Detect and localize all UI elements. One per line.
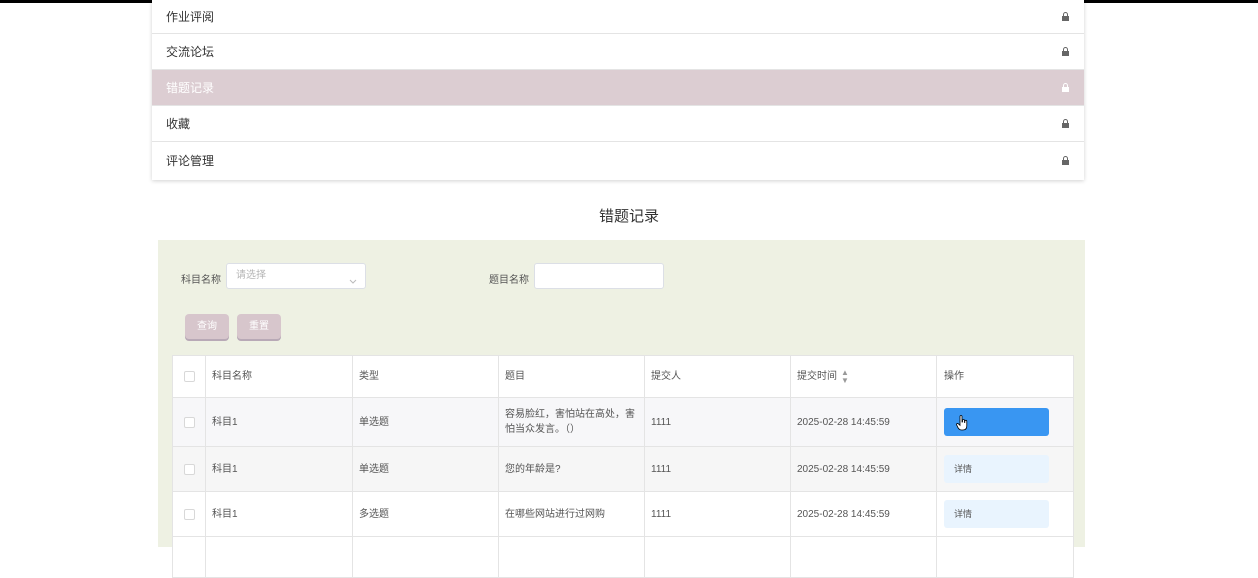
subject-select[interactable]: 请选择 [226, 263, 366, 289]
cell-type: 单选题 [353, 447, 499, 491]
detail-button[interactable] [944, 408, 1049, 436]
row-checkbox[interactable] [183, 416, 195, 428]
table-row [173, 537, 1073, 578]
row-checkbox[interactable] [183, 508, 195, 520]
cell-type: 单选题 [353, 398, 499, 446]
menu-item-label: 交流论坛 [166, 45, 215, 59]
select-all-checkbox[interactable] [183, 371, 195, 382]
menu-item-label: 收藏 [166, 117, 191, 131]
lock-icon [1061, 119, 1070, 128]
column-header-label: 提交时间 [797, 371, 837, 382]
cell-submitter: 1111 [645, 492, 791, 536]
wrong-questions-table: 科目名称 类型 题目 提交人 提交时间 ▲ ▼ 操作 科目1 单选题 容易脸红，害… [172, 355, 1074, 578]
menu-item-favorites[interactable]: 收藏 [152, 106, 1084, 142]
cell-question: 容易脸红，害怕站在高处，害怕当众发言。（） [499, 398, 645, 446]
cell-question: 您的年龄是? [499, 447, 645, 491]
sort-icon[interactable]: ▲ ▼ [841, 368, 849, 385]
lock-icon [1061, 83, 1070, 92]
cell-subject: 科目1 [206, 398, 353, 446]
column-header-submitter: 提交人 [645, 356, 791, 397]
query-button[interactable]: 查询 [185, 314, 229, 339]
side-menu: 作业评阅 交流论坛 错题记录 收藏 评论管理 [152, 0, 1084, 180]
menu-item-label: 错题记录 [166, 81, 215, 95]
reset-button[interactable]: 重置 [237, 314, 281, 339]
chevron-down-icon [349, 271, 357, 284]
subject-select-placeholder: 请选择 [236, 270, 266, 281]
subject-filter-label: 科目名称 [181, 275, 221, 286]
lock-icon [1061, 155, 1070, 165]
cell-submit-time: 2025-02-28 14:45:59 [791, 447, 937, 491]
menu-item-label: 作业评阅 [166, 10, 215, 24]
cell-submit-time: 2025-02-28 14:45:59 [791, 492, 937, 536]
column-header-actions: 操作 [944, 371, 964, 382]
cell-type: 多选题 [353, 492, 499, 536]
cell-submitter: 1111 [645, 447, 791, 491]
column-header-question: 题目 [499, 356, 645, 397]
cell-submit-time: 2025-02-28 14:45:59 [791, 398, 937, 446]
cell-subject: 科目1 [206, 492, 353, 536]
column-header-subject: 科目名称 [206, 356, 353, 397]
menu-item-homework-review[interactable]: 作业评阅 [152, 0, 1084, 34]
table-row: 科目1 单选题 您的年龄是? 1111 2025-02-28 14:45:59 … [173, 447, 1073, 492]
lock-icon [1061, 12, 1070, 21]
table-row: 科目1 单选题 容易脸红，害怕站在高处，害怕当众发言。（） 1111 2025-… [173, 398, 1073, 447]
menu-item-forum[interactable]: 交流论坛 [152, 34, 1084, 70]
table-row: 科目1 多选题 在哪些网站进行过网购 1111 2025-02-28 14:45… [173, 492, 1073, 537]
menu-item-wrong-questions[interactable]: 错题记录 [152, 70, 1084, 106]
cell-submitter: 1111 [645, 398, 791, 446]
page-title: 错题记录 [598, 208, 659, 225]
menu-item-comment-management[interactable]: 评论管理 [152, 142, 1084, 178]
question-name-input[interactable] [534, 263, 664, 289]
question-filter-label: 题目名称 [489, 275, 529, 286]
detail-button[interactable]: 详情 [944, 500, 1049, 528]
table-header-row: 科目名称 类型 题目 提交人 提交时间 ▲ ▼ 操作 [173, 356, 1073, 398]
cell-subject: 科目1 [206, 447, 353, 491]
content-panel: 科目名称 请选择 题目名称 查询 重置 科目名称 类型 题目 提交人 提交时间 … [158, 240, 1085, 578]
cell-question: 在哪些网站进行过网购 [499, 492, 645, 536]
detail-button[interactable]: 详情 [944, 455, 1049, 483]
lock-icon [1061, 47, 1070, 56]
menu-item-label: 评论管理 [166, 153, 215, 168]
column-header-submit-time[interactable]: 提交时间 ▲ ▼ [791, 356, 937, 397]
hand-cursor-icon [956, 415, 968, 431]
row-checkbox[interactable] [183, 463, 195, 475]
column-header-type: 类型 [353, 356, 499, 397]
